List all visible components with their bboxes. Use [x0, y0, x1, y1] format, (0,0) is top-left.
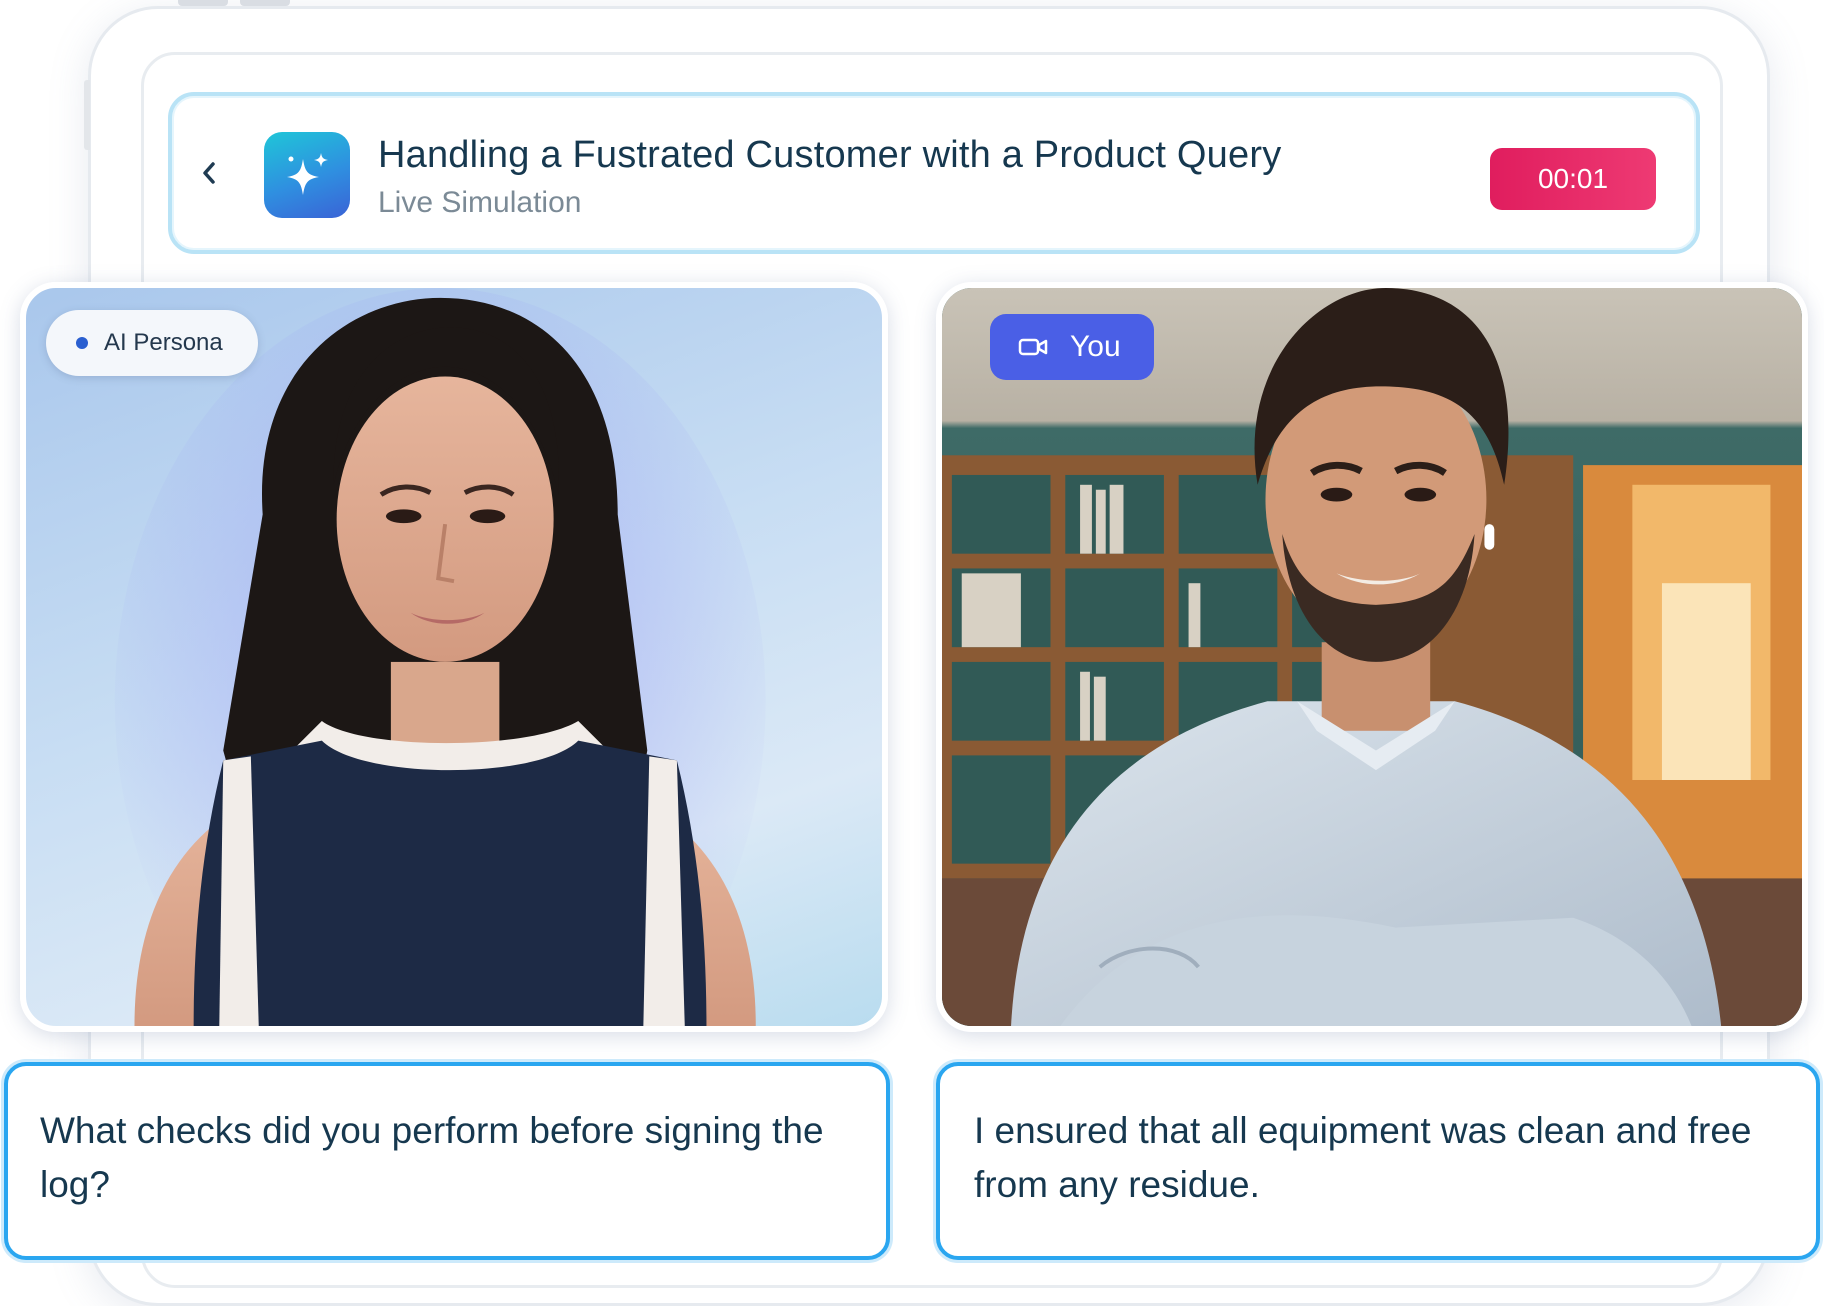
you-label: You — [1070, 330, 1121, 363]
page-title: Handling a Fustrated Customer with a Pro… — [378, 134, 1282, 176]
status-dot-icon — [76, 337, 88, 349]
user-video — [936, 282, 1808, 1032]
ai-persona-badge: AI Persona — [46, 310, 258, 376]
page-subtitle: Live Simulation — [378, 186, 582, 219]
back-button[interactable] — [194, 158, 224, 188]
user-caption: I ensured that all equipment was clean a… — [936, 1062, 1820, 1260]
ai-persona-caption: What checks did you perform before signi… — [4, 1062, 890, 1260]
ai-persona-image — [114, 288, 766, 1026]
chevron-left-icon — [203, 162, 215, 184]
app-icon — [264, 132, 350, 218]
video-camera-icon — [1018, 336, 1048, 358]
call-timer: 00:01 — [1490, 148, 1656, 210]
sparkle-icon — [287, 153, 328, 195]
ai-persona-video — [20, 282, 888, 1032]
device-side-button — [84, 80, 90, 150]
user-camera-image — [942, 288, 1802, 1026]
device-button — [240, 0, 290, 6]
ai-persona-label: AI Persona — [104, 329, 223, 356]
device-button — [178, 0, 228, 6]
you-badge: You — [990, 314, 1154, 380]
